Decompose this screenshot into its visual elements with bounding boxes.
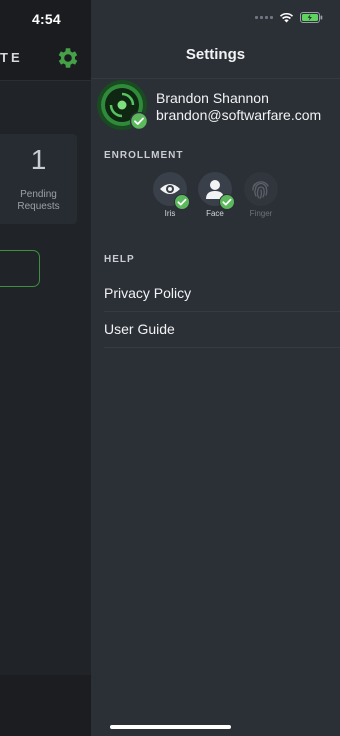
gear-icon[interactable] <box>55 45 81 71</box>
finger-label: Finger <box>249 209 273 218</box>
face-check-icon <box>219 194 235 210</box>
home-indicator[interactable] <box>110 725 231 729</box>
wifi-icon <box>279 12 294 23</box>
status-time: 4:54 <box>32 11 61 27</box>
page-title: Settings <box>185 46 246 63</box>
user-guide-label: User Guide <box>104 321 175 337</box>
pending-count: 1 <box>30 144 47 175</box>
pending-label-line2: Requests <box>17 201 60 212</box>
finger-circle <box>244 172 278 206</box>
verified-check-icon <box>130 112 148 130</box>
battery-charging-icon <box>300 12 323 23</box>
iris-label: Iris <box>164 209 176 218</box>
enroll-face-button[interactable]: Face <box>198 172 235 218</box>
iris-check-icon <box>174 194 190 210</box>
help-header: HELP <box>104 254 135 265</box>
settings-drawer: Settings Brandon Shannon brandon@softwar… <box>91 0 340 736</box>
enroll-finger-button[interactable]: Finger <box>244 172 278 218</box>
face-label: Face <box>206 209 224 218</box>
pending-label-line1: Pending <box>20 189 57 200</box>
profile-name: Brandon Shannon <box>156 90 269 106</box>
user-guide-link[interactable]: User Guide <box>91 313 340 347</box>
background-screen: 4:54 TE 1 Pending Requests <box>0 0 91 736</box>
menu-divider <box>104 347 340 348</box>
title-divider <box>91 78 340 79</box>
privacy-policy-label: Privacy Policy <box>104 285 192 301</box>
fingerprint-icon <box>252 181 269 199</box>
enrollment-header: ENROLLMENT <box>104 150 184 161</box>
signal-icon <box>255 16 273 19</box>
background-outline-button[interactable] <box>0 250 40 287</box>
background-divider <box>0 80 91 81</box>
background-header: 4:54 TE <box>0 0 91 80</box>
profile-email: brandon@softwarfare.com <box>156 107 322 123</box>
background-bottom-bar <box>0 675 91 736</box>
status-icons <box>255 12 323 23</box>
enroll-iris-button[interactable]: Iris <box>153 172 190 218</box>
privacy-policy-link[interactable]: Privacy Policy <box>91 277 340 311</box>
app-logo-text: TE <box>0 50 23 65</box>
pending-requests-card[interactable]: 1 Pending Requests <box>0 134 77 224</box>
menu-divider <box>104 311 340 312</box>
pending-label: Pending Requests <box>0 189 77 213</box>
